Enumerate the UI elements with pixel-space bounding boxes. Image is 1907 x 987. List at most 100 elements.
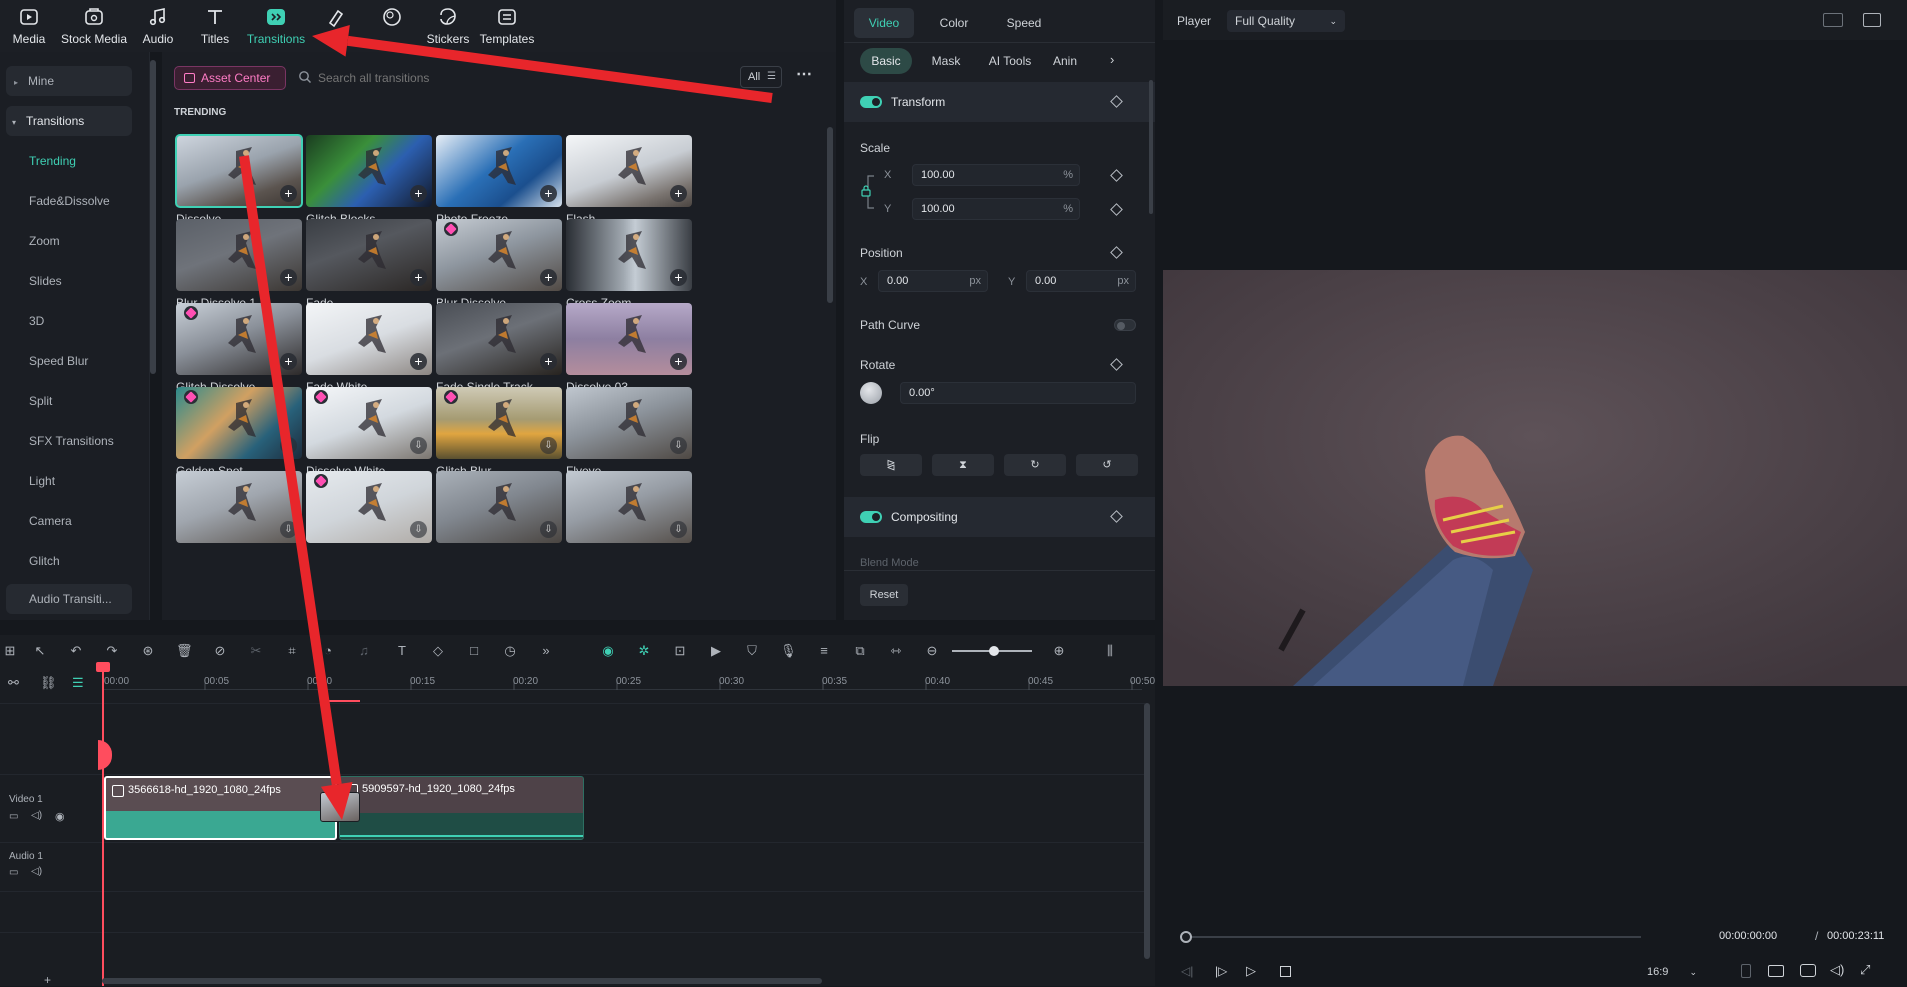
- toolbar-transitions[interactable]: Transitions: [246, 6, 306, 46]
- tab-speed[interactable]: Speed: [994, 8, 1054, 38]
- zoom-out-icon[interactable]: ⊖: [924, 643, 940, 659]
- link-icon[interactable]: ⛓: [40, 675, 57, 691]
- video-clip-1[interactable]: 3566618-hd_1920_1080_24fps: [104, 776, 337, 840]
- transform-toggle[interactable]: [860, 96, 882, 108]
- transition-card-card-18[interactable]: ⇩: [436, 471, 562, 548]
- snapshot-camera-icon[interactable]: [1800, 964, 1816, 977]
- add-transition-icon[interactable]: +: [410, 353, 427, 370]
- transition-card-flyeye[interactable]: ⇩Flyeye: [566, 387, 692, 478]
- sidebar-item-mine-label[interactable]: ▸ Mine: [0, 66, 150, 96]
- crop-icon[interactable]: ⌗: [284, 643, 300, 659]
- redo-icon[interactable]: ↷: [104, 643, 120, 659]
- folder-icon[interactable]: ▭: [9, 811, 18, 822]
- audio-mixer-icon[interactable]: ≡: [816, 643, 832, 659]
- add-transition-icon[interactable]: +: [670, 269, 687, 286]
- download-icon[interactable]: ⇩: [280, 437, 297, 454]
- sidebar-item-transitions-label[interactable]: ▾ Transitions: [0, 106, 150, 136]
- volume-icon[interactable]: ◁): [1830, 962, 1844, 978]
- add-transition-icon[interactable]: +: [670, 353, 687, 370]
- zoom-slider-handle[interactable]: [989, 646, 999, 656]
- toolbar-titles[interactable]: Titles: [198, 6, 232, 46]
- filter-dropdown[interactable]: All ☰: [740, 66, 782, 88]
- transition-card-glitch-blocks[interactable]: +Glitch Blocks: [306, 135, 432, 226]
- rotate-dial[interactable]: [860, 382, 882, 404]
- transition-thumbnail[interactable]: +: [436, 219, 562, 291]
- transition-card-fade-single-track[interactable]: +Fade Single Track: [436, 303, 562, 394]
- transition-card-blur-dissolve[interactable]: +Blur Dissolve: [436, 219, 562, 310]
- layout-icon[interactable]: ⊞: [2, 643, 18, 659]
- transition-thumbnail[interactable]: ⇩: [436, 387, 562, 459]
- compositing-section-header[interactable]: Compositing: [844, 497, 1155, 537]
- transform-section-header[interactable]: Transform: [844, 82, 1155, 122]
- download-icon[interactable]: ⇩: [670, 521, 687, 538]
- mark-in-icon[interactable]: [1741, 964, 1751, 978]
- transition-thumbnail[interactable]: ⇩: [436, 471, 562, 543]
- transition-card-glitch-dissolve[interactable]: +Glitch Dissolve: [176, 303, 302, 394]
- download-icon[interactable]: ⇩: [670, 437, 687, 454]
- transition-thumbnail[interactable]: +: [566, 219, 692, 291]
- transition-thumbnail[interactable]: ⇩: [566, 387, 692, 459]
- transition-card-cross-zoom[interactable]: +Cross Zoom: [566, 219, 692, 310]
- replace-icon[interactable]: ⧉: [852, 643, 868, 659]
- snap-icon[interactable]: ✲: [636, 643, 652, 659]
- transition-thumbnail[interactable]: +: [566, 303, 692, 375]
- microphone-icon[interactable]: 🎙: [780, 643, 797, 659]
- magnet-icon[interactable]: ⚯: [8, 675, 19, 691]
- toolbar-filters[interactable]: [374, 6, 410, 32]
- sidebar-item-split[interactable]: Split: [0, 386, 150, 416]
- keyframe-diamond-icon[interactable]: [1110, 169, 1123, 182]
- transition-thumbnail[interactable]: +: [175, 134, 303, 208]
- properties-scrollbar[interactable]: [1149, 80, 1153, 214]
- playhead[interactable]: [102, 663, 104, 986]
- sidebar-item-zoom[interactable]: Zoom: [0, 226, 150, 256]
- transition-card-flash[interactable]: +Flash: [566, 135, 692, 226]
- transition-thumbnail[interactable]: ⇩: [306, 471, 432, 543]
- subtab-basic[interactable]: Basic: [860, 48, 912, 74]
- toolbar-stock-media[interactable]: Stock Media: [60, 6, 128, 46]
- chevron-right-icon[interactable]: ›: [1110, 52, 1114, 67]
- sidebar-item-sfx-transitions[interactable]: SFX Transitions: [0, 426, 150, 456]
- rotate-right-button[interactable]: ↻: [1004, 454, 1066, 476]
- add-transition-icon[interactable]: +: [280, 185, 297, 202]
- transition-thumbnail[interactable]: +: [566, 135, 692, 207]
- split-icon[interactable]: ✂: [248, 643, 264, 659]
- sidebar-item-slides[interactable]: Slides: [0, 266, 150, 296]
- position-x-input[interactable]: 0.00 px: [878, 270, 988, 292]
- sidebar-item-3d[interactable]: 3D: [0, 306, 150, 336]
- download-icon[interactable]: ⇩: [410, 521, 427, 538]
- sidebar-scrollbar[interactable]: [150, 60, 156, 374]
- speed-icon[interactable]: ◔: [320, 643, 336, 659]
- select-tool-icon[interactable]: ↖: [32, 643, 48, 659]
- scale-y-input[interactable]: 100.00%: [912, 198, 1080, 220]
- playhead-tab[interactable]: [98, 740, 112, 770]
- download-icon[interactable]: ⇩: [540, 437, 557, 454]
- undo-icon[interactable]: ↶: [68, 643, 84, 659]
- flip-horizontal-button[interactable]: ⧎: [860, 454, 922, 476]
- fit-icon[interactable]: ⇿: [888, 643, 904, 659]
- display-icon[interactable]: [1768, 965, 1784, 977]
- timeline-vertical-scrollbar[interactable]: [1144, 703, 1150, 959]
- transition-thumbnail[interactable]: +: [436, 303, 562, 375]
- video-preview[interactable]: [1163, 270, 1907, 686]
- progress-track[interactable]: [1185, 936, 1641, 938]
- transition-thumbnail[interactable]: +: [176, 219, 302, 291]
- toolbar-audio[interactable]: Audio: [140, 6, 176, 46]
- sidebar-item-trending[interactable]: Trending: [0, 146, 150, 176]
- toolbar-templates[interactable]: Templates: [478, 6, 536, 46]
- delete-icon[interactable]: 🗑: [176, 643, 193, 659]
- add-track-icon[interactable]: +: [44, 973, 51, 987]
- text-icon[interactable]: T: [394, 643, 410, 659]
- transition-card-golden-spot[interactable]: ⇩Golden Spot: [176, 387, 302, 478]
- color-icon[interactable]: ◇: [430, 643, 446, 659]
- progress-handle[interactable]: [1180, 931, 1192, 943]
- transition-thumbnail[interactable]: ⇩: [306, 387, 432, 459]
- transition-card-blur-dissolve-1[interactable]: +Blur Dissolve 1: [176, 219, 302, 310]
- add-transition-icon[interactable]: +: [280, 353, 297, 370]
- eye-icon[interactable]: ◉: [55, 810, 65, 823]
- transition-card-fade[interactable]: +Fade: [306, 219, 432, 310]
- add-transition-icon[interactable]: +: [670, 185, 687, 202]
- library-scrollbar[interactable]: [827, 127, 833, 303]
- play-icon[interactable]: ▷: [1246, 963, 1256, 979]
- transition-card-fade-white[interactable]: +Fade White: [306, 303, 432, 394]
- add-transition-icon[interactable]: +: [410, 269, 427, 286]
